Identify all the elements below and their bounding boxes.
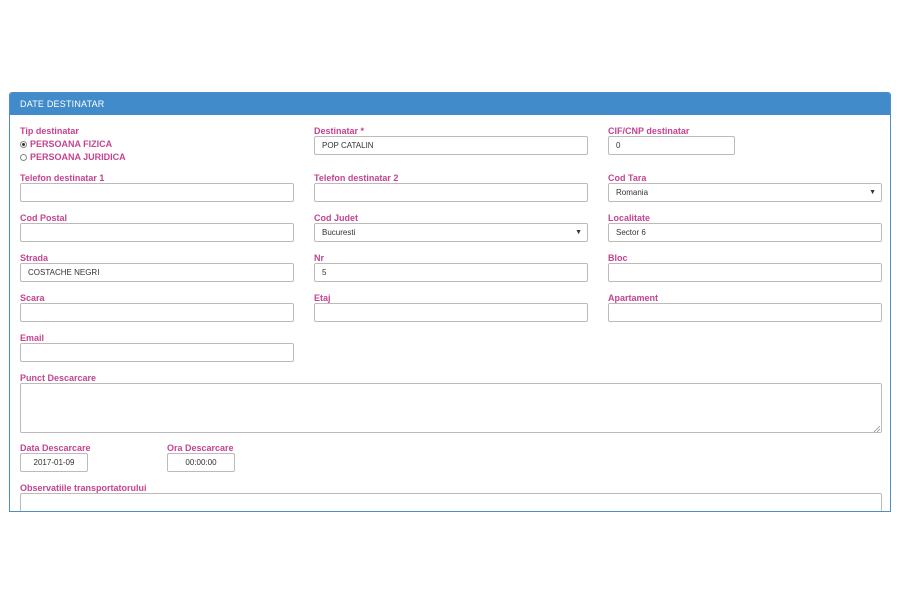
scara-input[interactable] [20,303,294,322]
ora-descarcare-label: Ora Descarcare [167,443,234,453]
radio-persoana-fizica[interactable]: PERSOANA FIZICA [20,139,112,149]
destinatar-input[interactable]: POP CATALIN [314,136,588,155]
cod-tara-label: Cod Tara [608,173,647,183]
cod-tara-value: Romania [616,188,649,197]
bloc-input[interactable] [608,263,882,282]
email-label: Email [20,333,45,343]
apartament-input[interactable] [608,303,882,322]
tip-destinatar-label: Tip destinatar [20,126,79,136]
resize-handle-icon[interactable] [874,426,880,432]
ora-descarcare-input[interactable]: 00:00:00 [167,453,235,472]
cod-postal-input[interactable] [20,223,294,242]
apartament-label: Apartament [608,293,659,303]
dropdown-arrow-icon: ▼ [869,189,876,196]
punct-descarcare-label: Punct Descarcare [20,373,97,383]
observatii-label: Observatiile transportatorului [20,483,147,493]
destinatar-label: Destinatar * [314,126,365,136]
scara-label: Scara [20,293,45,303]
radio-persoana-juridica[interactable]: PERSOANA JURIDICA [20,152,126,162]
telefon1-label: Telefon destinatar 1 [20,173,105,183]
panel-title: DATE DESTINATAR [10,93,890,115]
strada-label: Strada [20,253,49,263]
radio-unchecked-icon[interactable] [20,153,27,161]
cod-judet-label: Cod Judet [314,213,358,223]
radio-persoana-juridica-label: PERSOANA JURIDICA [30,152,126,162]
localitate-label: Localitate [608,213,651,223]
cod-judet-value: Bucuresti [322,228,356,237]
email-input[interactable] [20,343,294,362]
telefon2-label: Telefon destinatar 2 [314,173,399,183]
telefon1-input[interactable] [20,183,294,202]
cif-cnp-label: CIF/CNP destinatar [608,126,690,136]
localitate-input[interactable]: Sector 6 [608,223,882,242]
date-destinatar-panel: DATE DESTINATAR Tip destinatar PERSOANA … [9,92,891,512]
observatii-textarea[interactable] [20,493,882,511]
radio-persoana-fizica-label: PERSOANA FIZICA [30,139,113,149]
cod-judet-select[interactable]: Bucuresti ▼ [314,223,588,242]
nr-input[interactable]: 5 [314,263,588,282]
cif-cnp-input[interactable]: 0 [608,136,735,155]
strada-input[interactable]: COSTACHE NEGRI [20,263,294,282]
data-descarcare-input[interactable]: 2017-01-09 [20,453,88,472]
nr-label: Nr [314,253,325,263]
cod-tara-select[interactable]: Romania ▼ [608,183,882,202]
punct-descarcare-textarea[interactable] [20,383,882,433]
telefon2-input[interactable] [314,183,588,202]
etaj-input[interactable] [314,303,588,322]
bloc-label: Bloc [608,253,628,263]
data-descarcare-label: Data Descarcare [20,443,91,453]
radio-checked-icon[interactable] [20,140,27,148]
dropdown-arrow-icon: ▼ [575,229,582,236]
cod-postal-label: Cod Postal [20,213,68,223]
etaj-label: Etaj [314,293,331,303]
